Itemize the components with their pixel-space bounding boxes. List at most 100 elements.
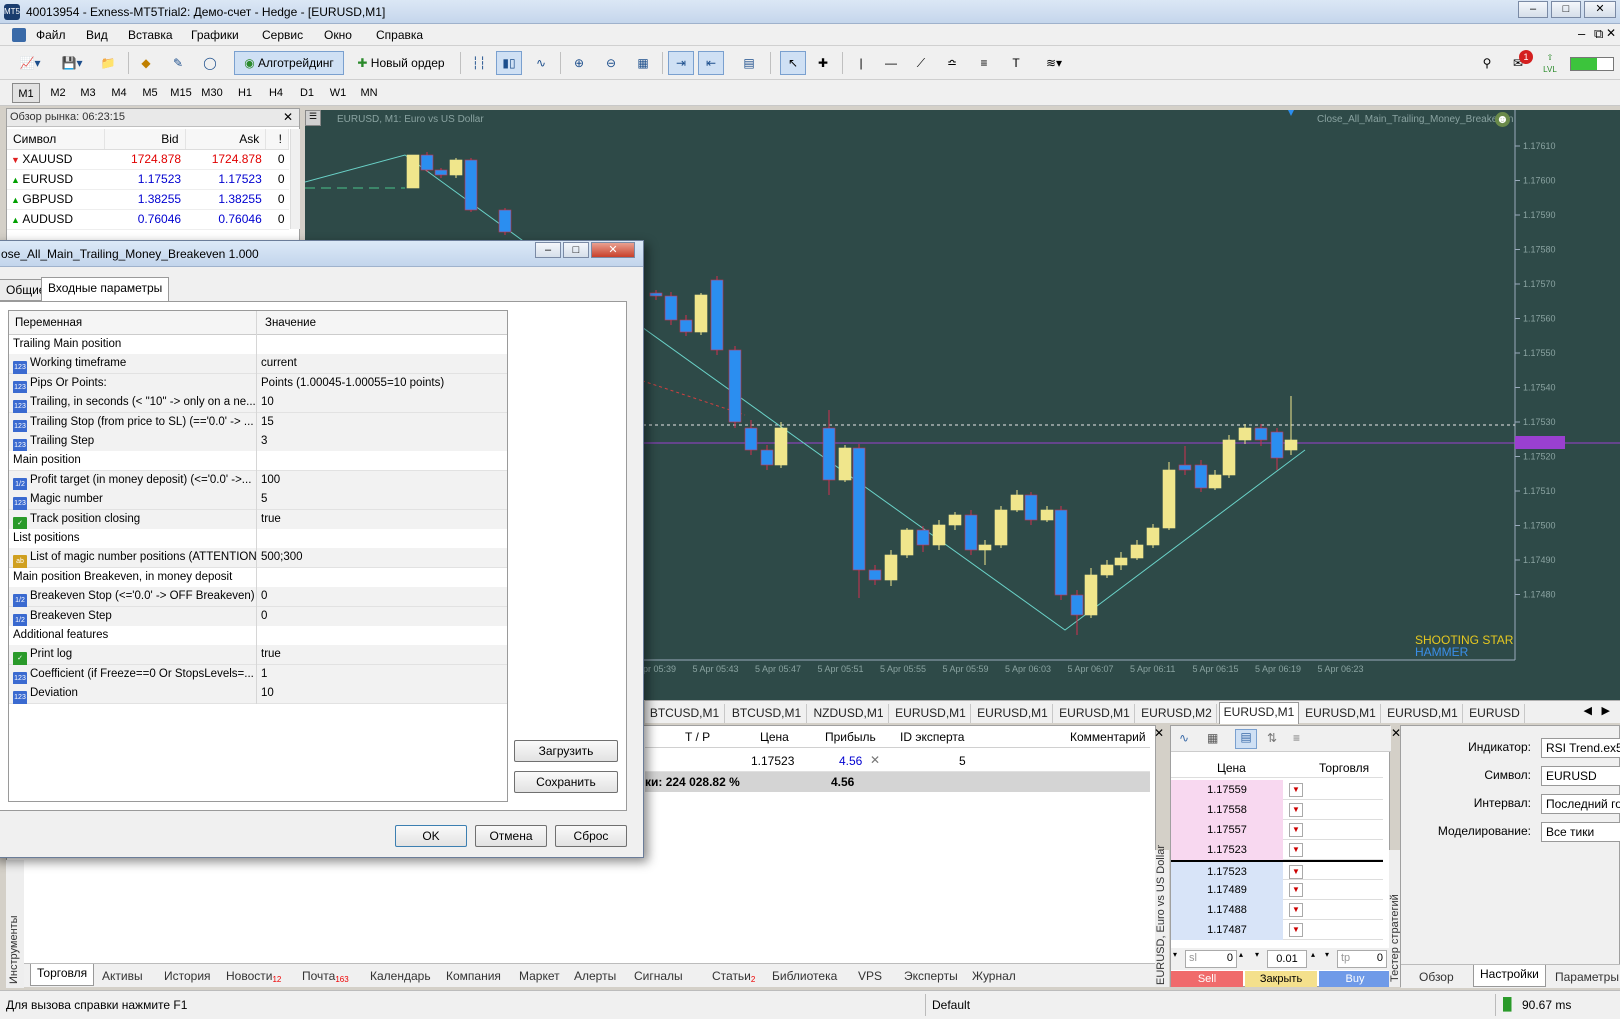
toolbox-tab[interactable]: История [164,967,211,986]
toolbox-tab[interactable]: Эксперты [904,967,958,986]
close-button[interactable]: Закрыть [1245,971,1317,987]
col-profit[interactable]: Прибыль [825,730,876,744]
col-tp[interactable]: T / P [685,730,710,744]
expert-hat-icon[interactable]: ☻ [1495,112,1510,127]
dom-ask-row[interactable]: 1.17558 ▼ [1171,800,1383,820]
dom-sl-up-icon[interactable]: ▴ [1239,950,1243,959]
chart-tab[interactable]: EURUSD,M1 [891,704,971,723]
dom-settings-icon[interactable]: ≡ [1293,731,1300,745]
dom-lot-up-icon[interactable]: ▴ [1311,950,1315,959]
search-icon[interactable]: ⚲ [1476,51,1498,75]
col-bid[interactable]: Bid [104,129,186,150]
horizontal-line-icon[interactable]: — [880,51,902,75]
dom-bid-row[interactable]: 1.17523 ▼ [1171,860,1383,882]
save-button[interactable]: Сохранить [514,771,618,793]
dom-lot-down-icon[interactable]: ▾ [1255,950,1259,959]
param-row[interactable]: 123 Pips Or Points: Points (1.00045-1.0005… [9,373,507,394]
dom-order-dropdown-icon[interactable]: ▼ [1289,803,1303,817]
indicators-icon[interactable]: ▤ [736,51,762,75]
dom-bid-row[interactable]: 1.17488 ▼ [1171,900,1383,920]
dom-tp-down-icon[interactable]: ▾ [1325,950,1329,959]
minimize-button[interactable]: – [1518,1,1548,18]
param-row[interactable]: 1/2 Profit target (in money deposit) (<='… [9,470,507,491]
notifications-icon[interactable]: ✉ 1 [1504,50,1533,75]
tile-windows-icon[interactable]: ▦ [630,51,656,75]
toolbox-tab[interactable]: Новости12 [226,967,281,986]
close-position-icon[interactable]: ✕ [870,753,880,767]
navigator-icon[interactable]: 📁 [96,51,120,75]
reset-button[interactable]: Сброс [555,825,627,847]
shapes-icon[interactable]: ≋▾ [1036,51,1072,75]
dom-order-dropdown-icon[interactable]: ▼ [1289,883,1303,897]
param-value[interactable]: current [261,354,505,374]
toolbox-tab[interactable]: Активы [102,967,143,986]
tester-field[interactable]: Все тики [1541,822,1620,842]
chart-flag-icon[interactable]: ☰ [305,110,321,126]
cursor-icon[interactable]: ↖ [780,51,806,75]
col-expert-id[interactable]: ID эксперта [900,730,964,744]
profiles-icon[interactable]: 💾▾ [54,51,90,75]
param-row[interactable]: 123 Magic number 5 [9,490,507,511]
toolbox-close-icon[interactable]: ✕ [1154,726,1164,740]
param-value[interactable]: 0 [261,607,505,627]
chart-tab[interactable]: EURUSD,M1 [1301,704,1381,723]
col-comment[interactable]: Комментарий [1070,730,1146,744]
market-watch-row[interactable]: ▲ EURUSD 1.17523 1.17523 0 [7,169,289,190]
chart-tab[interactable]: EURUSD,M2 [1137,704,1217,723]
dom-order-dropdown-icon[interactable]: ▼ [1289,923,1303,937]
param-value[interactable]: 0 [261,587,505,607]
fibonacci-icon[interactable]: ≡ [972,51,996,75]
param-value[interactable]: Points (1.00045-1.00055=10 points) [261,374,505,394]
chart-shift-icon[interactable]: ⇤ [698,51,724,75]
timeframe-m15[interactable]: M15 [167,83,195,103]
col-price[interactable]: Цена [760,730,789,744]
toolbox-tab[interactable]: Статьи2 [712,967,755,986]
load-button[interactable]: Загрузить [514,740,618,762]
timeframe-m2[interactable]: M2 [44,83,72,103]
param-value[interactable]: 3 [261,432,505,452]
param-row[interactable]: 123 Working timeframe current [9,354,507,375]
dom-sort-icon[interactable]: ⇅ [1267,731,1277,745]
crosshair-icon[interactable]: ✚ [810,51,836,75]
toolbox-tab[interactable]: Журнал [972,967,1016,986]
toolbox-tab[interactable]: Компания [446,967,501,986]
new-chart-icon[interactable]: 📈▾ [12,51,48,75]
param-value[interactable]: 10 [261,393,505,413]
tester-field[interactable]: Последний го [1541,794,1620,814]
mdi-restore-icon[interactable]: ⧉ [1594,26,1603,42]
ok-button[interactable]: OK [395,825,467,847]
param-row[interactable]: 123 Coefficient (if Freeze==0 Or StopsLev… [9,664,507,685]
zoom-out-icon[interactable]: ⊖ [598,51,624,75]
col-value[interactable]: Значение [265,311,507,335]
param-row[interactable]: ✓ Track position closing true [9,509,507,530]
menu-view[interactable]: Вид [86,28,108,42]
level-icon[interactable]: ⇧ LVL [1538,51,1562,75]
dom-ask-row[interactable]: 1.17559 ▼ [1171,780,1383,800]
lot-input[interactable]: 0.01 [1267,950,1307,968]
timeframe-m30[interactable]: M30 [198,83,226,103]
dom-sl-down-icon[interactable]: ▾ [1173,950,1183,968]
timeframe-h4[interactable]: H4 [262,83,290,103]
col-ask[interactable]: Ask [185,129,267,150]
param-row[interactable]: 1/2 Breakeven Step 0 [9,606,507,627]
param-value[interactable] [261,626,505,646]
trendline-icon[interactable]: ⟋ [910,51,932,75]
dialog-minimize-button[interactable]: – [535,242,561,258]
new-order-button[interactable]: ✚ Новый ордер [348,51,454,75]
sell-button[interactable]: Sell [1171,971,1243,987]
trade-row[interactable]: 1.17523 4.56 ✕ 5 [645,750,1150,772]
toolbox-tab[interactable]: VPS [858,967,882,986]
dom-order-dropdown-icon[interactable]: ▼ [1289,903,1303,917]
dom-order-dropdown-icon[interactable]: ▼ [1289,865,1303,879]
dom-order-dropdown-icon[interactable]: ▼ [1289,783,1303,797]
toolbox-tab[interactable]: Библиотека [772,967,837,986]
param-row[interactable]: 123 Trailing Stop (from price to SL) (=='… [9,412,507,433]
param-value[interactable]: 5 [261,490,505,510]
tp-input[interactable]: tp 0 [1337,950,1387,968]
dom-order-dropdown-icon[interactable]: ▼ [1289,823,1303,837]
menu-insert[interactable]: Вставка [128,28,173,42]
timeframe-m4[interactable]: M4 [105,83,133,103]
signals-icon[interactable]: ◯ [198,51,222,75]
chart-tab[interactable]: EURUSD,M1 [1383,704,1463,723]
maximize-button[interactable]: □ [1551,1,1581,18]
